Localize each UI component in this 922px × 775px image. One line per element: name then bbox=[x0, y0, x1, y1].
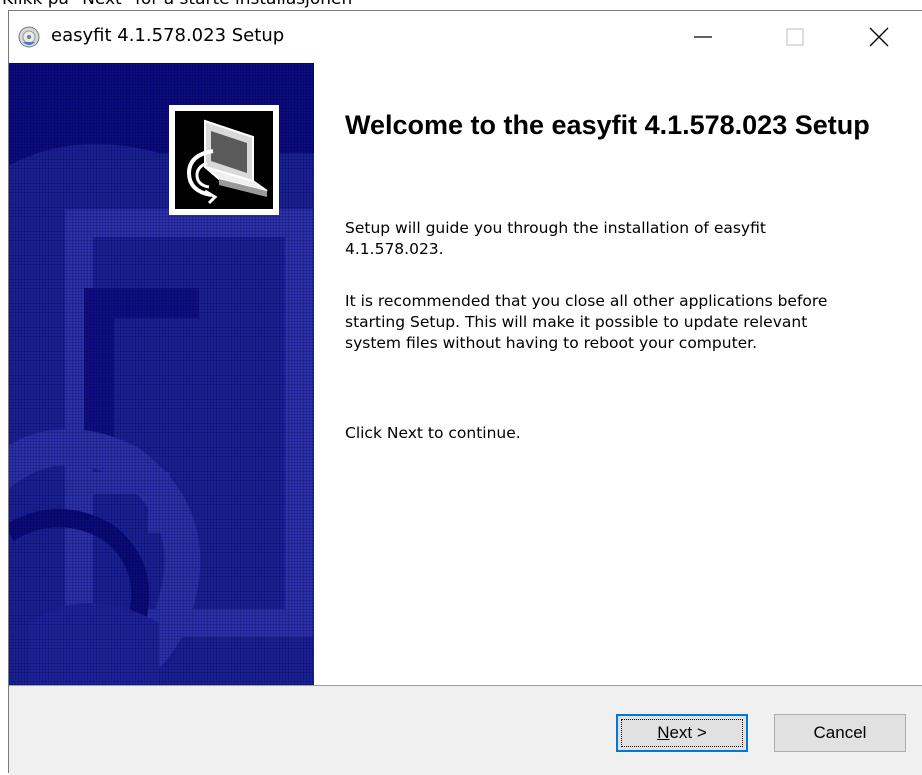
cancel-button-label: Cancel bbox=[813, 723, 867, 742]
window-title: easyfit 4.1.578.023 Setup bbox=[51, 25, 285, 46]
background-caption: Klikk på "Next" for å starte installasjo… bbox=[0, 0, 922, 10]
installer-logo bbox=[169, 105, 279, 215]
background-caption-text: Klikk på "Next" for å starte installasjo… bbox=[2, 0, 352, 9]
close-button[interactable] bbox=[841, 11, 922, 63]
button-bar: Next > Cancel bbox=[9, 685, 922, 775]
installer-computer-icon bbox=[175, 111, 273, 209]
installer-app-icon bbox=[18, 26, 40, 48]
continue-instruction: Click Next to continue. bbox=[345, 424, 521, 442]
focus-rectangle bbox=[621, 719, 743, 747]
intro-paragraph: Setup will guide you through the install… bbox=[345, 219, 766, 258]
welcome-heading: Welcome to the easyfit 4.1.578.023 Setup bbox=[345, 110, 870, 140]
maximize-icon bbox=[786, 28, 804, 46]
close-icon bbox=[869, 27, 889, 47]
recommendation-paragraph: It is recommended that you close all oth… bbox=[345, 292, 828, 352]
wizard-banner bbox=[9, 63, 314, 685]
minimize-button[interactable] bbox=[657, 11, 749, 63]
maximize-button[interactable] bbox=[749, 11, 841, 63]
cancel-button[interactable]: Cancel bbox=[774, 714, 906, 752]
setup-window: easyfit 4.1.578.023 Setup Welcome to the… bbox=[8, 10, 922, 775]
minimize-icon bbox=[694, 36, 712, 38]
wizard-panel: Welcome to the easyfit 4.1.578.023 Setup… bbox=[9, 63, 922, 685]
title-bar[interactable]: easyfit 4.1.578.023 Setup bbox=[9, 11, 922, 63]
next-button[interactable]: Next > bbox=[616, 714, 748, 752]
